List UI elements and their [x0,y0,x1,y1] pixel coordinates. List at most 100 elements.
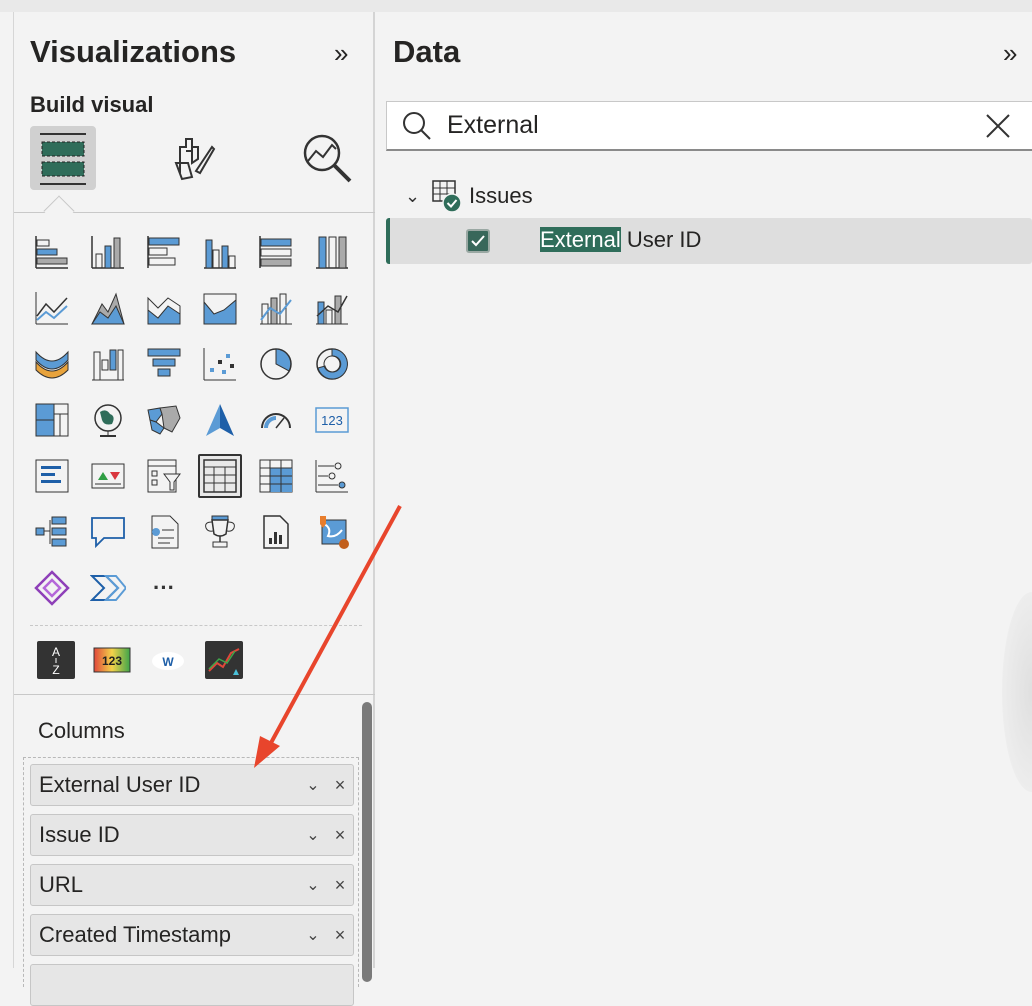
chevron-down-icon[interactable]: ⌄ [299,775,327,795]
waterfall-chart-icon[interactable] [86,342,130,386]
chevron-down-icon[interactable]: ⌄ [299,875,327,895]
az-bottom-letter: Z [52,663,59,677]
custom-visuals-separator [30,625,362,626]
sort-az-visual-icon[interactable]: AZ [34,638,78,682]
checkmark-icon [471,235,485,247]
collapse-visualizations-button[interactable]: » [334,38,348,69]
card-icon-label: 123 [321,413,343,428]
collapse-data-button[interactable]: » [1003,38,1017,69]
close-icon[interactable]: × [327,825,353,846]
column-pill-label: URL [39,872,84,897]
column-pill-issue-id[interactable]: Issue ID ⌄ × [30,814,354,856]
data-pane: Data » ⌄ Issues External User ID [377,12,1032,968]
close-icon[interactable]: × [327,775,353,796]
columns-well-label: Columns [38,718,125,743]
column-pill-external-user-id[interactable]: External User ID ⌄ × [30,764,354,806]
treemap-icon[interactable] [30,398,74,442]
100-stacked-bar-chart-icon[interactable] [254,230,298,274]
fields-scrollbar[interactable] [362,702,372,982]
search-input[interactable] [447,111,963,140]
field-external-user-id[interactable]: External User ID [386,218,1032,264]
field-name: External User ID [540,227,701,253]
paginated-report-icon[interactable] [254,510,298,554]
column-pill-label: Issue ID [39,822,120,847]
map-globe-icon[interactable] [86,398,130,442]
donut-chart-icon[interactable] [310,342,354,386]
column-pill-created-timestamp[interactable]: Created Timestamp ⌄ × [30,914,354,956]
data-title: Data [393,34,461,69]
stacked-area-chart-icon[interactable] [142,286,186,330]
edge-shadow [1002,592,1032,792]
decomposition-tree-icon[interactable] [30,510,74,554]
column-pill-label: Created Timestamp [39,922,231,947]
chevron-down-icon[interactable]: ⌄ [299,825,327,845]
area-chart-icon[interactable] [86,286,130,330]
table-icon[interactable] [198,454,242,498]
close-icon[interactable]: × [327,875,353,896]
chevron-down-icon[interactable]: ⌄ [405,186,431,207]
more-visuals-button[interactable]: ··· [142,566,186,610]
heatmap-number-label: 123 [102,654,122,668]
clustered-bar-chart-icon[interactable] [142,230,186,274]
stacked-column-chart-icon[interactable] [86,230,130,274]
line-clustered-column-chart-icon[interactable] [310,286,354,330]
azure-map-icon[interactable] [198,398,242,442]
word-cloud-letter: W [162,655,174,669]
stacked-bar-chart-icon[interactable] [30,230,74,274]
chevron-down-icon[interactable]: ⌄ [299,925,327,945]
visualizations-pane: Visualizations » Build visual 123 ··· A … [14,12,375,1006]
fields-divider [14,694,375,695]
power-apps-icon[interactable] [30,566,74,610]
ribbon-chart-icon[interactable] [30,342,74,386]
table-node-issues[interactable]: ⌄ Issues [405,180,533,213]
smart-narrative-icon[interactable] [142,510,186,554]
column-pill-url[interactable]: URL ⌄ × [30,864,354,906]
close-icon[interactable]: × [327,925,353,946]
table-icon [432,180,461,213]
slicer-icon[interactable] [142,454,186,498]
word-cloud-visual-icon[interactable]: W [146,638,190,682]
paintbrush-icon [174,138,216,181]
data-search-box[interactable] [386,101,1032,151]
field-checkbox[interactable] [466,229,490,253]
100-stacked-area-chart-icon[interactable] [198,286,242,330]
100-stacked-column-chart-icon[interactable] [310,230,354,274]
pie-chart-icon[interactable] [254,342,298,386]
active-tab-caret [43,195,75,227]
kpi-icon[interactable] [86,454,130,498]
search-icon [387,111,447,141]
qa-speech-bubble-icon[interactable] [86,510,130,554]
left-edge-bar [0,12,14,968]
analytics-magnifier-icon [303,134,352,183]
az-top-letter: A [52,645,60,659]
search-match-highlight: External [540,227,621,252]
columns-well[interactable]: External User ID ⌄ × Issue ID ⌄ × URL ⌄ … [23,757,359,1006]
funnel-chart-icon[interactable] [142,342,186,386]
filled-map-icon[interactable] [142,398,186,442]
key-influencers-icon[interactable] [310,454,354,498]
power-automate-icon[interactable] [86,566,130,610]
top-strip [0,0,1032,12]
trend-line-visual-icon[interactable] [202,638,246,682]
format-visual-tab[interactable] [160,126,226,190]
matrix-icon[interactable] [254,454,298,498]
scatter-chart-icon[interactable] [198,342,242,386]
card-icon[interactable]: 123 [310,398,354,442]
column-pill-label: External User ID [39,772,201,797]
multi-row-card-icon[interactable] [30,454,74,498]
goals-trophy-icon[interactable] [198,510,242,554]
build-visual-tab[interactable] [30,126,96,190]
gauge-icon[interactable] [254,398,298,442]
clear-search-icon[interactable] [963,113,1032,139]
visualizations-title: Visualizations [30,34,237,69]
build-visual-label: Build visual [30,92,154,117]
heatmap-number-visual-icon[interactable]: 123 [90,638,134,682]
line-stacked-column-chart-icon[interactable] [254,286,298,330]
arcgis-map-icon[interactable] [310,510,354,554]
table-name: Issues [469,183,533,208]
column-pill-next[interactable] [30,964,354,1006]
line-chart-icon[interactable] [30,286,74,330]
clustered-column-chart-icon[interactable] [198,230,242,274]
analytics-tab[interactable] [294,126,360,190]
field-name-rest: User ID [620,227,702,252]
